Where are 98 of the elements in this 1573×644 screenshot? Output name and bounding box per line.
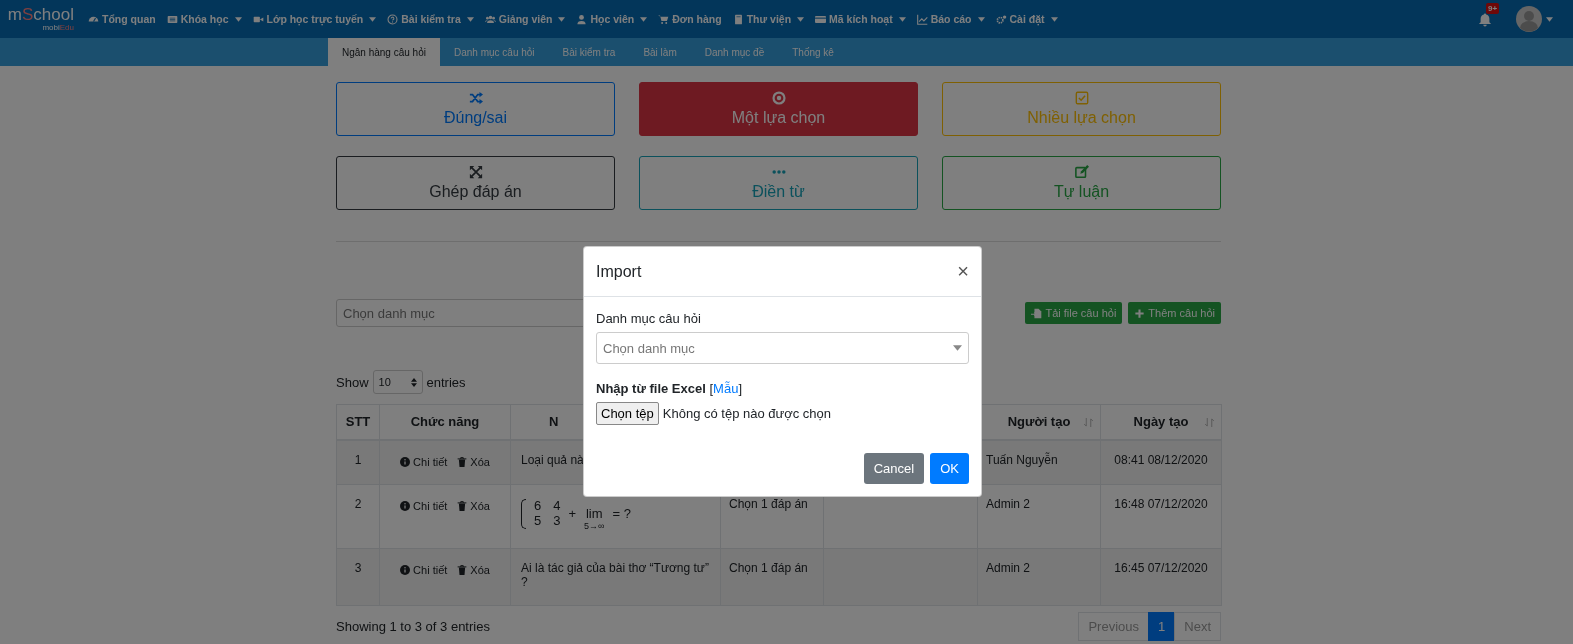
caret-icon xyxy=(466,16,474,22)
users-icon xyxy=(484,13,496,25)
bracket-text: ] xyxy=(738,381,742,396)
caret-icon xyxy=(640,16,648,22)
expand-arrows-icon xyxy=(468,165,483,179)
field-label: Danh mục câu hỏi xyxy=(596,311,702,326)
table-cell: 08:41 08/12/2020 xyxy=(1100,439,1222,484)
nav-menu-item[interactable]: Học viên xyxy=(576,13,648,25)
tab[interactable]: Thống kê xyxy=(778,38,848,66)
sort-arrows-icon xyxy=(1084,418,1093,427)
cart-icon xyxy=(658,13,670,25)
question-circle-icon xyxy=(387,13,399,25)
caret-icon xyxy=(558,16,566,22)
check-square-icon xyxy=(1074,91,1089,105)
caret-icon xyxy=(953,345,962,351)
list-card-icon xyxy=(166,13,178,25)
trash-icon xyxy=(457,500,468,511)
field-label: Nhập từ file Excel [ xyxy=(596,381,714,396)
trash-icon xyxy=(457,456,468,467)
nav-menu-item[interactable]: Thư viện xyxy=(732,13,805,25)
math-formula: 6 4 5 3 + lim 5→∞ = ? xyxy=(521,496,631,531)
column-header: Chức năng xyxy=(379,404,511,440)
delete-link[interactable]: Xóa xyxy=(457,455,490,468)
delete-link[interactable]: Xóa xyxy=(457,499,490,512)
user-icon xyxy=(576,13,588,25)
table-cell: 1 xyxy=(336,439,380,484)
question-type-button[interactable]: Tự luận xyxy=(942,156,1221,210)
info-icon xyxy=(400,564,411,575)
table-cell: Admin 2 xyxy=(977,548,1101,605)
choose-file-button[interactable]: Chọn tệp xyxy=(596,402,659,425)
table-cell: Chọn 1 đáp án xyxy=(720,548,824,605)
table-cell: 16:45 07/12/2020 xyxy=(1100,548,1222,605)
nav-menu-item[interactable]: Báo cáo xyxy=(916,13,985,25)
caret-icon xyxy=(234,16,242,22)
caret-icon xyxy=(977,16,985,22)
page-length-select[interactable]: 10 xyxy=(372,370,423,394)
question-type-button[interactable]: Điền từ xyxy=(639,156,918,210)
caret-icon xyxy=(898,16,906,22)
gears-icon xyxy=(995,13,1007,25)
table-cell: 3 xyxy=(336,548,380,605)
nav-menu-item[interactable]: Khóa học xyxy=(166,13,242,25)
details-link[interactable]: Chi tiết xyxy=(400,563,448,576)
tab[interactable]: Bài làm xyxy=(629,38,691,66)
entries-label: entries xyxy=(426,374,466,390)
shuffle-icon xyxy=(468,91,483,105)
caret-icon xyxy=(369,16,377,22)
bell-icon[interactable] xyxy=(1478,11,1492,27)
plus-icon xyxy=(1134,307,1146,319)
cancel-button[interactable]: Cancel xyxy=(863,453,925,484)
tab[interactable]: Danh mục câu hỏi xyxy=(439,38,549,66)
dialog-title: Import xyxy=(596,262,642,281)
sort-arrows-icon xyxy=(1205,418,1214,427)
nav-menu-item[interactable]: Tổng quan xyxy=(88,13,156,25)
edit-icon xyxy=(1074,165,1089,179)
question-type-button[interactable]: Đúng/sai xyxy=(336,82,615,136)
table-cell: 16:48 07/12/2020 xyxy=(1100,484,1222,548)
delete-link[interactable]: Xóa xyxy=(457,563,490,576)
info-icon xyxy=(400,456,411,467)
nav-menu-item[interactable]: Lớp học trực tuyến xyxy=(252,13,377,25)
question-type-button[interactable]: Một lựa chọn xyxy=(639,82,918,136)
nav-menu-item[interactable]: Đơn hàng xyxy=(658,13,722,25)
nav-menu-item[interactable]: Giảng viên xyxy=(484,13,566,25)
pagination-link[interactable]: 1 xyxy=(1148,611,1176,641)
trash-icon xyxy=(457,564,468,575)
category-select[interactable]: Chọn danh mục xyxy=(596,332,969,364)
avatar-icon[interactable] xyxy=(1516,6,1542,32)
tab[interactable]: Ngân hàng câu hỏi xyxy=(328,38,440,66)
logo: mSchool mobiEdu xyxy=(6,6,74,32)
entries-info: Showing 1 to 3 of 3 entries xyxy=(336,618,490,634)
details-link[interactable]: Chi tiết xyxy=(400,499,448,512)
table-cell: 2 xyxy=(336,484,380,548)
book-icon xyxy=(732,13,744,25)
close-button[interactable]: × xyxy=(957,260,969,283)
sort-caret-icon xyxy=(410,377,417,387)
caret-icon xyxy=(1050,16,1058,22)
question-type-button[interactable]: Ghép đáp án xyxy=(336,156,615,210)
tab[interactable]: Bài kiểm tra xyxy=(548,38,630,66)
nav-menu-item[interactable]: Mã kích hoạt xyxy=(815,13,906,25)
dot-circle-icon xyxy=(771,91,786,105)
tab[interactable]: Danh mục đề xyxy=(690,38,779,66)
table-cell: Ai là tác giả của bài thơ “Tương tư” ? xyxy=(510,548,721,605)
ok-button[interactable]: OK xyxy=(930,453,969,484)
nav-menu-item[interactable]: Cài đặt xyxy=(995,13,1058,25)
show-label: Show xyxy=(336,374,369,390)
details-link[interactable]: Chi tiết xyxy=(400,455,448,468)
caret-icon xyxy=(797,16,805,22)
download-file-button[interactable]: Tải file câu hỏi xyxy=(1025,302,1123,324)
nav-menu-item[interactable]: Bài kiểm tra xyxy=(387,13,474,25)
card-icon xyxy=(815,13,827,25)
add-question-button[interactable]: Thêm câu hỏi xyxy=(1128,302,1221,324)
column-header: STT xyxy=(336,404,380,440)
notification-badge: 9+ xyxy=(1486,2,1500,14)
column-header: Ngày tạo xyxy=(1100,404,1222,440)
file-import-icon xyxy=(1031,307,1043,319)
line-chart-icon xyxy=(916,13,928,25)
info-icon xyxy=(400,500,411,511)
template-link[interactable]: Mẫu xyxy=(713,381,739,396)
caret-icon xyxy=(1546,16,1553,22)
